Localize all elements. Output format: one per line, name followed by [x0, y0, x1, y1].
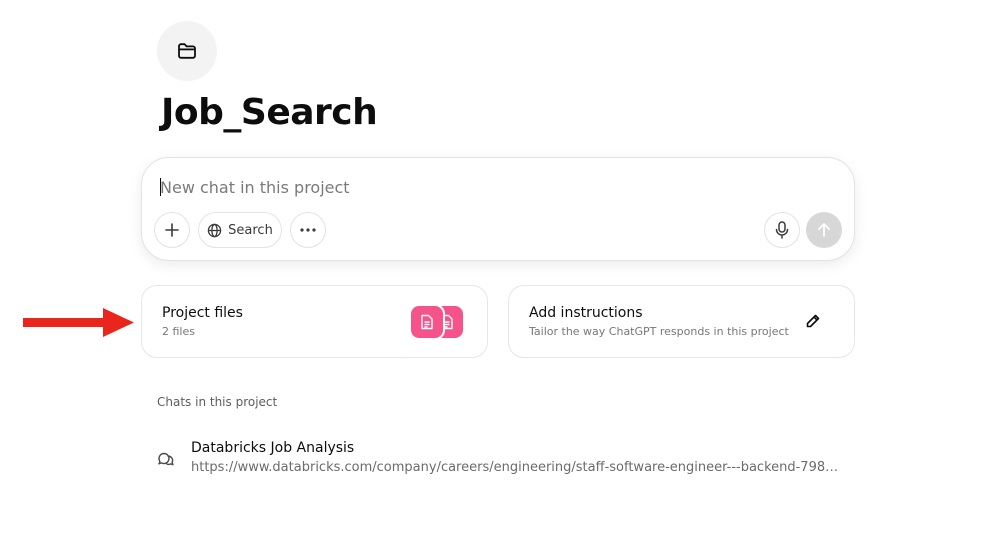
chat-preview: https://www.databricks.com/company/caree…	[191, 460, 841, 475]
project-files-count: 2 files	[162, 325, 195, 338]
send-button[interactable]	[806, 212, 842, 248]
search-button[interactable]: Search	[198, 212, 282, 248]
plus-icon	[165, 223, 179, 237]
new-chat-input[interactable]	[160, 174, 760, 200]
add-attachment-button[interactable]	[154, 212, 190, 248]
globe-icon	[207, 223, 222, 237]
chat-composer: Search	[141, 157, 855, 261]
folder-icon	[178, 43, 196, 59]
project-folder-badge[interactable]	[157, 21, 217, 81]
chat-list-item[interactable]: Databricks Job Analysis https://www.data…	[155, 436, 855, 486]
project-files-title: Project files	[162, 305, 243, 321]
document-icon	[421, 314, 433, 330]
chats-section-label: Chats in this project	[157, 395, 278, 409]
arrow-up-icon	[818, 223, 830, 237]
more-horizontal-icon	[300, 228, 316, 232]
chat-bubble-icon	[158, 452, 174, 466]
add-instructions-card[interactable]: Add instructions Tailor the way ChatGPT …	[508, 285, 855, 358]
annotation-arrow	[23, 308, 134, 337]
add-instructions-subtitle: Tailor the way ChatGPT responds in this …	[529, 325, 789, 338]
chat-title: Databricks Job Analysis	[191, 440, 355, 456]
voice-input-button[interactable]	[764, 212, 800, 248]
file-tile	[409, 304, 445, 340]
project-title: Job_Search	[161, 92, 378, 133]
add-instructions-title: Add instructions	[529, 305, 643, 321]
pencil-icon	[806, 314, 820, 328]
project-files-card[interactable]: Project files 2 files	[141, 285, 488, 358]
text-caret	[160, 178, 161, 196]
file-thumbnails	[409, 304, 467, 340]
search-button-label: Search	[228, 222, 273, 238]
microphone-icon	[775, 221, 789, 239]
more-options-button[interactable]	[290, 212, 326, 248]
